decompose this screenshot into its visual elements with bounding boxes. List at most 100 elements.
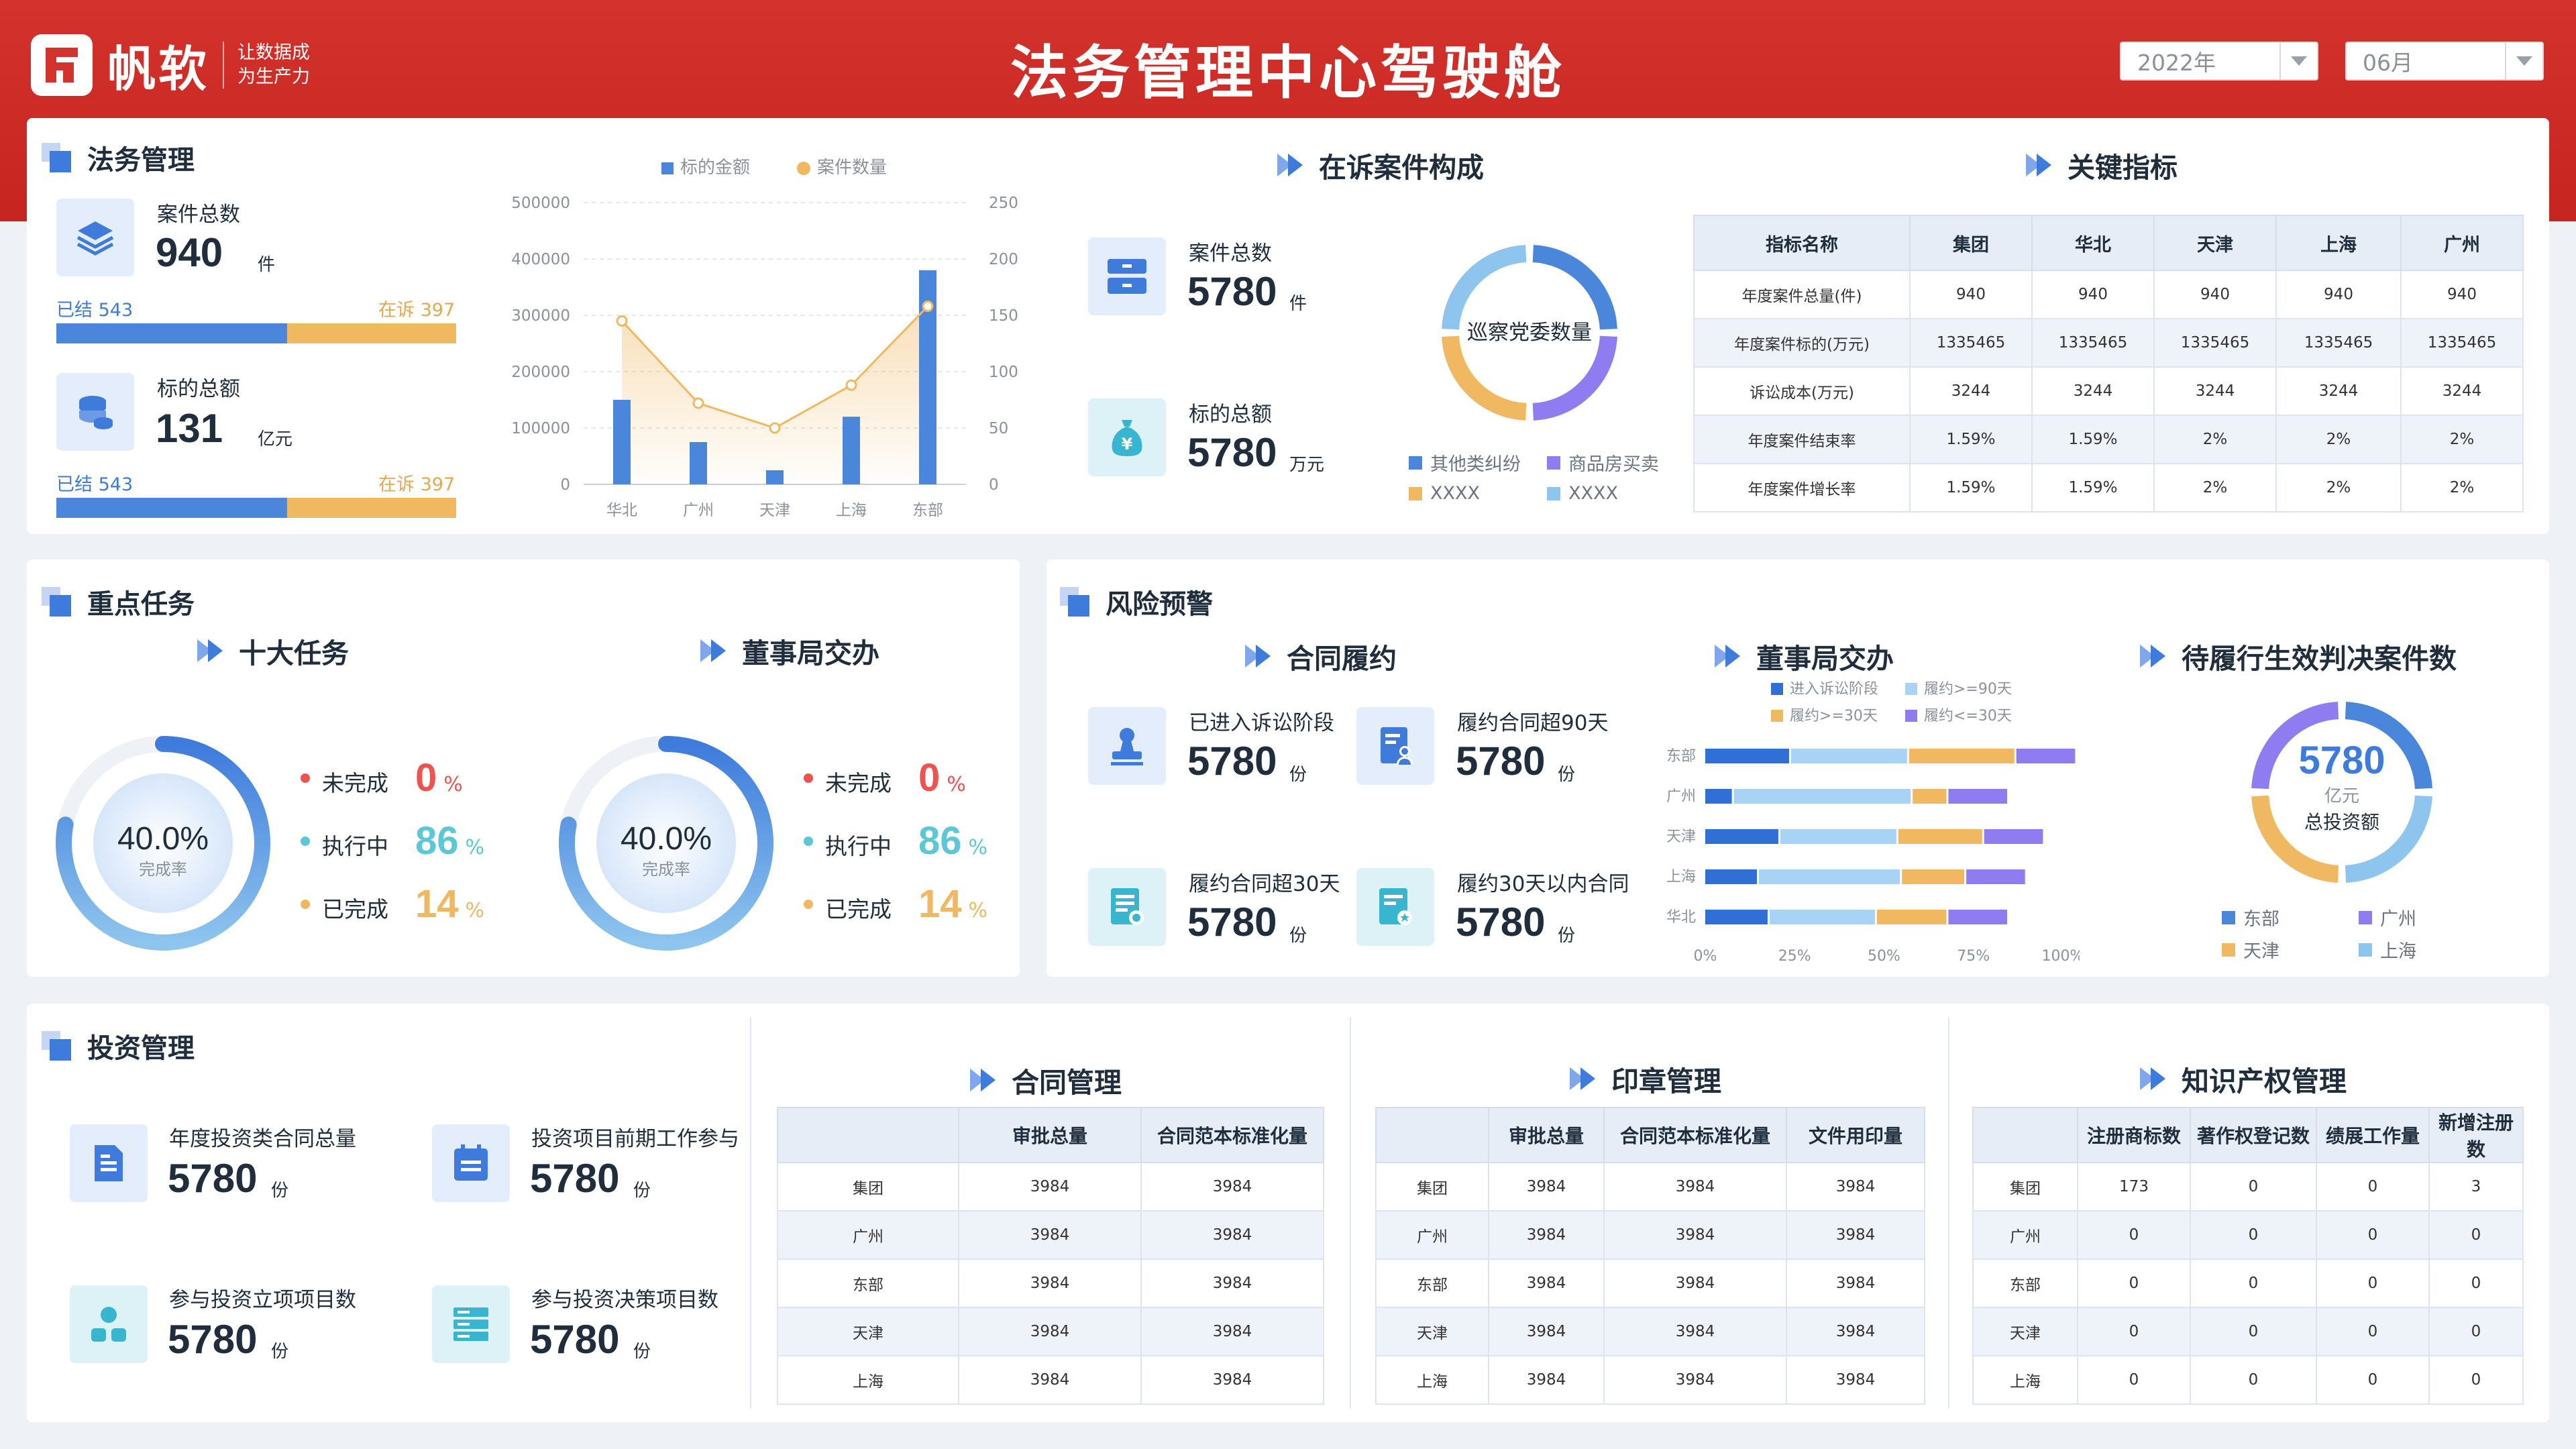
key-indicators-label: 关键指标	[2068, 152, 2178, 184]
table-cell: 940	[2400, 270, 2524, 319]
table-cell: 东部	[777, 1258, 959, 1308]
stacked-bar-segment	[1733, 789, 1911, 804]
table-cell: 2%	[2153, 415, 2277, 464]
completion-rate: 40.0%	[117, 821, 209, 857]
table-cell: 3984	[1488, 1258, 1605, 1308]
table-cell: 3984	[958, 1355, 1142, 1405]
stacked-bar-segment	[1966, 869, 2025, 884]
amount-vs-cases-chart: 标的金额 案件数量 0 0 100000 50 200000 100 300000 150 4000…	[511, 158, 1018, 519]
chevron-down-icon	[2279, 43, 2317, 79]
table-row: 年度案件结束率 1.59% 1.59% 2% 2% 2%	[1693, 415, 2524, 464]
task-status-row: 已完成 14%	[804, 881, 987, 926]
key-tasks-label: 重点任务	[87, 589, 195, 620]
table-cell: 上海	[1972, 1355, 2078, 1405]
pending-judgment-unit: 亿元	[2324, 786, 2359, 806]
y-left-tick: 500000	[511, 195, 570, 212]
y-left-tick: 400000	[511, 251, 570, 268]
case-count-area	[622, 306, 928, 484]
risk-tile-label: 履约合同超90天	[1457, 711, 1609, 735]
table-row: 天津 0 0 0 0	[1972, 1307, 2524, 1356]
table-cell: 0	[2316, 1258, 2430, 1308]
contract-performance-title: 合同履约	[1245, 636, 1397, 676]
table-body: 集团 3984 3984 3984 广州 3984 3984 3984 东部 3984 3984 39…	[1375, 1162, 1925, 1405]
column-header: 广州	[2400, 215, 2524, 271]
table-cell: 广州	[1375, 1210, 1489, 1260]
double-arrow-icon	[1277, 154, 1303, 176]
y-right-tick: 150	[989, 307, 1018, 325]
status-unit: %	[968, 836, 988, 859]
y-tick: 广州	[1666, 788, 1696, 805]
month-select[interactable]: 06月	[2345, 42, 2544, 80]
case-closed-label: 已结 543	[56, 300, 133, 321]
risk-tile-unit: 份	[1558, 765, 1576, 785]
task-group-title: 十大任务	[197, 631, 349, 671]
legend-swatch	[1905, 683, 1917, 695]
table-cell: 集团	[1972, 1162, 2078, 1212]
legend-swatch	[1409, 486, 1422, 500]
status-label: 未完成	[322, 770, 388, 796]
legend-swatch	[1771, 683, 1783, 695]
table-cell: 1335465	[2275, 318, 2402, 368]
table-cell: 东部	[1375, 1258, 1489, 1308]
task-status-row: 执行中 86%	[301, 818, 484, 863]
legend-label: 商品房买卖	[1568, 454, 1659, 475]
section-marker-icon	[42, 1031, 71, 1061]
table-body: 集团 3984 3984 广州 3984 3984 东部 3984 3984 天津 3984 3984…	[777, 1162, 1324, 1405]
table-cell: 3984	[1603, 1210, 1787, 1260]
table-cell: 3984	[1140, 1258, 1324, 1308]
status-value: 14	[415, 882, 459, 926]
table-cell: 0	[2190, 1162, 2317, 1212]
column-header: 集团	[1909, 215, 2033, 271]
column-divider	[1350, 1017, 1351, 1409]
table-cell: 年度案件增长率	[1693, 463, 1911, 513]
table-cell: 0	[2428, 1355, 2524, 1405]
legend-swatch	[797, 162, 810, 175]
column-header: 天津	[2153, 215, 2277, 271]
table-cell: 3984	[1786, 1258, 1925, 1308]
table-cell: 广州	[777, 1210, 959, 1260]
task-status-row: 未完成 0%	[301, 755, 463, 800]
column-divider	[750, 1017, 751, 1409]
x-tick: 100%	[2042, 948, 2080, 965]
table-cell: 0	[2316, 1162, 2430, 1212]
stacked-bar-segment	[1705, 869, 1757, 884]
column-header: 著作权登记数	[2190, 1107, 2317, 1163]
amount-bar	[613, 400, 631, 484]
key-indicators-table: 指标名称 集团 华北 天津 上海 广州 年度案件总量(件) 940 940 940 940 940 年度…	[1693, 215, 2524, 513]
invest-tile-label: 参与投资决策项目数	[531, 1288, 718, 1312]
table-row: 集团 173 0 0 3	[1972, 1162, 2524, 1212]
table-cell: 1.59%	[1909, 463, 2033, 513]
case-count-point	[922, 301, 934, 313]
table-body: 集团 173 0 0 3 广州 0 0 0 0 东部 0 0 0 0 天津 0 0 0 0 上海 0 0 0 0	[1972, 1162, 2524, 1405]
table-head: 审批总量 合同范本标准化量 文件用印量	[1375, 1107, 1925, 1163]
stacked-bar-segment	[1769, 910, 1875, 924]
status-unit: %	[465, 836, 485, 859]
legend-item: 天津	[2222, 936, 2279, 963]
x-tick: 75%	[1957, 948, 1990, 965]
amount-bar	[690, 442, 707, 484]
status-dot	[804, 773, 813, 783]
legend-label: 案件数量	[817, 158, 887, 178]
double-arrow-icon	[2140, 1067, 2165, 1090]
pending-judgment-caption: 总投资额	[2304, 811, 2379, 833]
table-cell: 940	[1909, 270, 2033, 319]
cases-composition-title: 在诉案件构成	[1277, 145, 1484, 185]
hierarchy-icon	[70, 1285, 148, 1363]
y-right-tick: 100	[989, 364, 1018, 381]
table-cell: 3984	[1488, 1355, 1605, 1405]
year-select[interactable]: 2022年	[2120, 42, 2318, 80]
invest-tile-label: 投资项目前期工作参与	[531, 1127, 739, 1151]
status-unit: %	[968, 899, 988, 922]
stacked-bar-segment	[2016, 749, 2076, 763]
stacked-bar-segment	[1758, 869, 1900, 884]
stacked-bar-segment	[1948, 789, 2008, 804]
risk-tile-value: 5780	[1187, 739, 1277, 784]
double-arrow-icon	[1245, 645, 1271, 667]
table-cell: 173	[2077, 1162, 2191, 1212]
column-header: 注册商标数	[2077, 1107, 2191, 1163]
legend-swatch	[1547, 486, 1560, 500]
double-arrow-icon	[1570, 1067, 1595, 1090]
table-cell: 3984	[958, 1162, 1142, 1212]
legend-item: XXXX	[1409, 483, 1480, 504]
column-header: 华北	[2031, 215, 2155, 271]
